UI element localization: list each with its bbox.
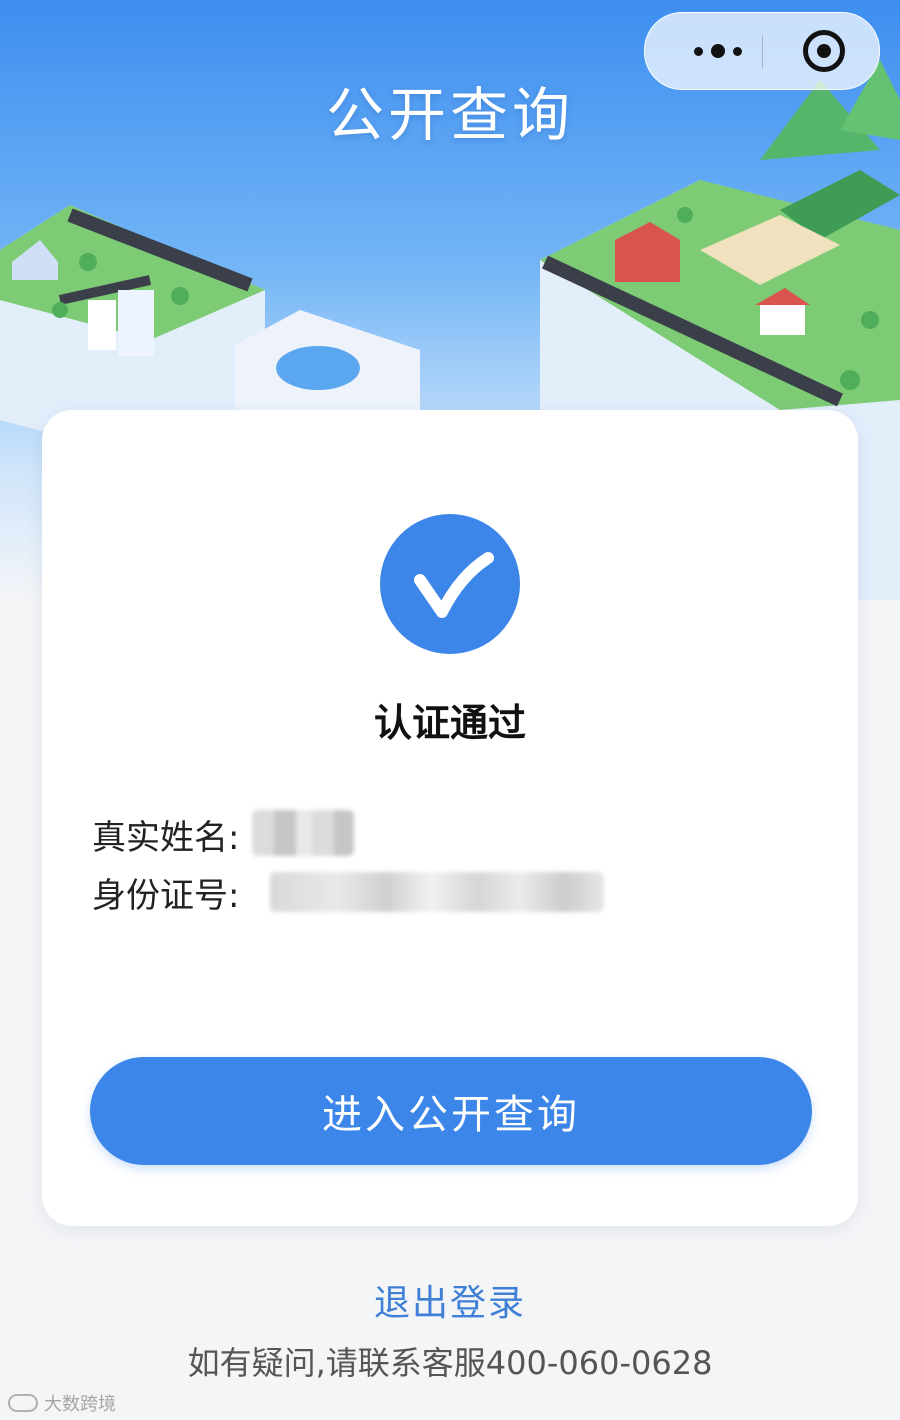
tree xyxy=(52,302,68,318)
mini-program-capsule xyxy=(644,12,880,90)
tree xyxy=(861,311,879,329)
status-text: 认证通过 xyxy=(373,701,526,745)
enter-public-query-button[interactable]: 进入公开查询 xyxy=(90,1057,812,1165)
pond xyxy=(276,346,360,390)
more-dot xyxy=(733,46,742,56)
target-circle-icon[interactable] xyxy=(803,30,845,72)
real-name-label: 真实姓名: xyxy=(92,818,240,858)
id-number-value-masked xyxy=(270,872,604,912)
watermark-text: 大数跨境 xyxy=(44,1394,116,1415)
auth-result-card: 认证通过 真实姓名: 身份证号: 进入公开查询 xyxy=(42,410,858,1226)
tree xyxy=(840,370,860,390)
more-dots-icon[interactable] xyxy=(675,13,761,89)
capsule-divider xyxy=(762,35,763,69)
building-tall xyxy=(118,290,154,356)
watermark-logo-icon xyxy=(8,1394,38,1412)
id-number-label: 身份证号: xyxy=(92,876,240,916)
checkmark-icon xyxy=(380,514,520,654)
tree xyxy=(79,253,97,271)
checkmark-glyph xyxy=(414,552,494,618)
contact-text: 如有疑问,请联系客服400-060-0628 xyxy=(187,1344,713,1382)
building xyxy=(88,300,116,350)
tree xyxy=(677,207,693,223)
id-number-row: 身份证号: xyxy=(92,868,239,917)
real-name-row: 真实姓名: xyxy=(92,810,239,859)
watermark: 大数跨境 xyxy=(8,1390,116,1416)
real-name-value-masked xyxy=(252,810,354,856)
tree xyxy=(171,287,189,305)
more-dot xyxy=(694,46,703,56)
logout-link[interactable]: 退出登录 xyxy=(0,1274,900,1326)
more-dot xyxy=(711,44,725,58)
